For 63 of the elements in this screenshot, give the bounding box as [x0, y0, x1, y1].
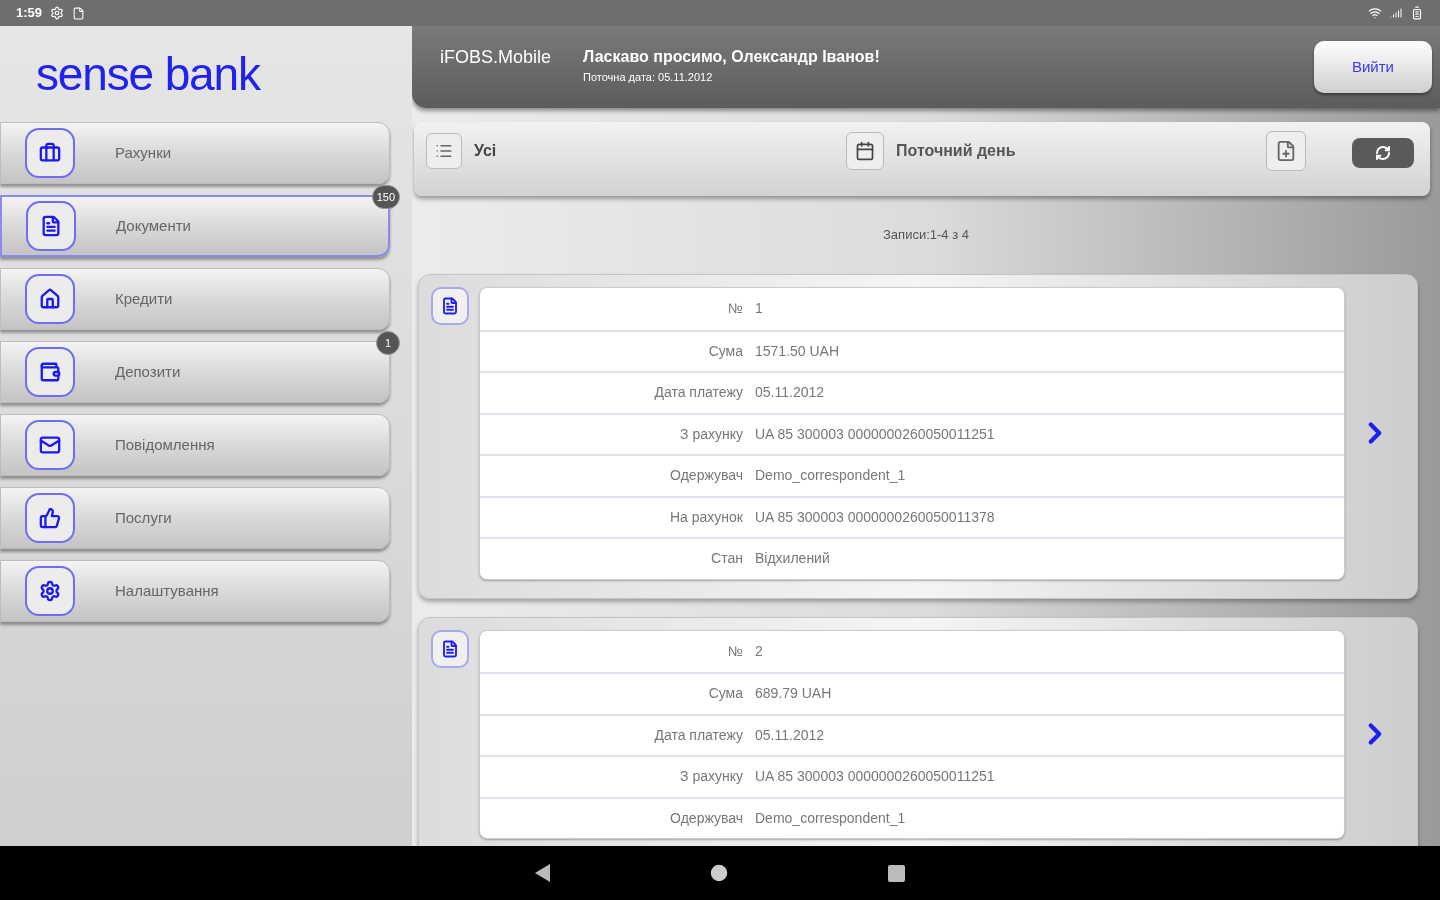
- type-filter[interactable]: Усі: [426, 133, 846, 169]
- recent-apps-icon[interactable]: [888, 864, 905, 882]
- sidebar-item[interactable]: Повідомлення: [0, 414, 390, 476]
- field-value: Відхилений: [755, 549, 830, 569]
- document-icon: [431, 287, 469, 325]
- sidebar-item[interactable]: Послуги: [0, 487, 390, 549]
- logo: sense bank: [36, 51, 260, 97]
- period-filter[interactable]: Поточний день: [846, 132, 1266, 170]
- wifi-icon: [1368, 6, 1382, 20]
- greeting-text: Ласкаво просимо, Олександр Іванов!: [583, 47, 880, 67]
- field-label: Сума: [707, 684, 743, 704]
- signal-icon: [1390, 7, 1402, 19]
- refresh-icon: [1375, 145, 1391, 161]
- settings-icon: [50, 6, 65, 20]
- calendar-icon: [855, 141, 875, 161]
- field-value: 1571.50 UAH: [755, 341, 840, 361]
- field-label: №: [726, 641, 743, 661]
- field-value: Demo_correspondent_1: [755, 808, 906, 828]
- sidebar-item[interactable]: Кредити: [0, 268, 390, 330]
- thumbs-up-icon: [39, 507, 61, 529]
- field-label: Дата платежу: [653, 383, 743, 403]
- logout-button[interactable]: Вийти: [1314, 41, 1432, 93]
- app-name: iFOBS.Mobile: [440, 46, 552, 69]
- list-icon: [435, 142, 453, 160]
- field-value: 2: [755, 641, 763, 661]
- sd-card-icon: [72, 6, 86, 20]
- battery-icon: [1410, 6, 1424, 20]
- back-icon[interactable]: [535, 864, 550, 882]
- field-value: 689.79 UAH: [755, 684, 832, 704]
- field-label: Дата платежу: [653, 725, 743, 745]
- field-label: На рахунок: [669, 507, 743, 527]
- field-value: UA 85 300003 0000000260050011251: [755, 767, 995, 787]
- house-icon: [39, 288, 61, 310]
- field-label: З рахунку: [679, 767, 743, 787]
- new-document-button[interactable]: [1266, 131, 1306, 171]
- field-value: UA 85 300003 0000000260050011251: [755, 424, 995, 444]
- settings-icon: [39, 580, 61, 602]
- sidebar-item[interactable]: Рахунки: [0, 122, 390, 184]
- field-value: 1: [755, 299, 763, 319]
- document-icon: [40, 215, 62, 237]
- field-label: Одержувач: [669, 808, 743, 828]
- clock-time: 1:59: [16, 4, 43, 23]
- field-value: 05.11.2012: [755, 725, 825, 745]
- field-label: Стан: [710, 549, 743, 569]
- briefcase-icon: [39, 142, 61, 164]
- field-value: Demo_correspondent_1: [755, 466, 906, 486]
- records-count: Записи:1-4 з 4: [883, 226, 969, 245]
- sidebar-item[interactable]: Налаштування: [0, 560, 390, 622]
- field-label: З рахунку: [679, 424, 743, 444]
- home-icon[interactable]: [710, 864, 728, 882]
- count-badge: 1: [376, 331, 400, 355]
- wallet-icon: [39, 361, 61, 383]
- current-date: Поточна дата: 05.11.2012: [583, 70, 714, 85]
- refresh-button[interactable]: [1352, 138, 1414, 168]
- mail-icon: [39, 434, 61, 456]
- count-badge: 150: [371, 185, 400, 209]
- document-icon: [431, 629, 469, 668]
- field-label: Сума: [707, 341, 743, 361]
- field-value: UA 85 300003 0000000260050011378: [755, 507, 995, 527]
- field-label: №: [726, 299, 743, 319]
- field-value: 05.11.2012: [755, 383, 825, 403]
- field-label: Одержувач: [669, 466, 743, 486]
- file-plus-icon: [1275, 140, 1297, 162]
